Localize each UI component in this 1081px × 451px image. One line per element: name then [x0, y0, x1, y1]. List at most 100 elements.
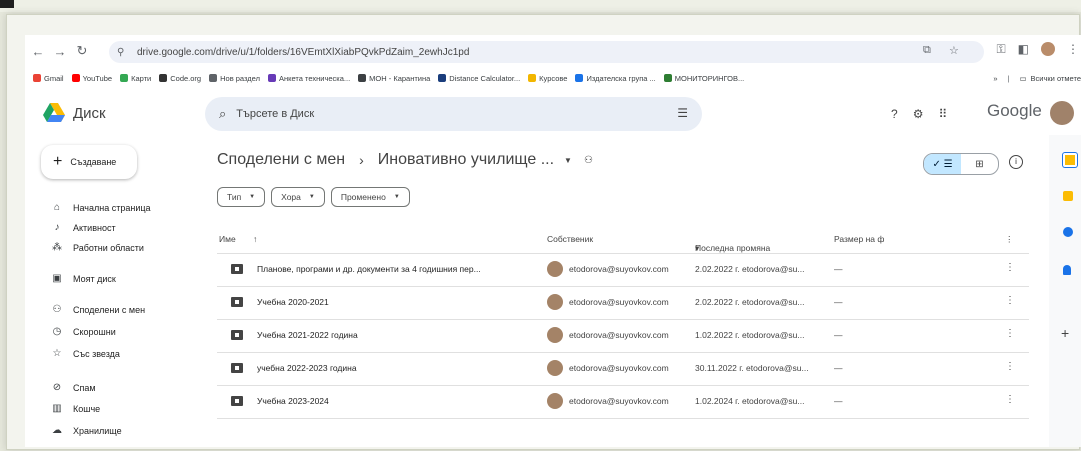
- drive-logo[interactable]: Диск: [43, 103, 106, 123]
- bookmark-item[interactable]: YouTube: [71, 74, 112, 83]
- sidebar-item-clock[interactable]: ◷ Скорошни: [51, 326, 116, 337]
- back-icon[interactable]: ←: [29, 42, 47, 60]
- search-options-icon[interactable]: ☰: [677, 106, 688, 120]
- table-row[interactable]: Учебна 2021-2022 година etodorova@suyovko…: [217, 319, 1029, 353]
- grid-view-icon[interactable]: ⊞: [961, 154, 998, 174]
- column-size[interactable]: Размер на ф: [834, 234, 884, 244]
- extensions-icon[interactable]: ⚿: [997, 42, 1006, 57]
- table-header: Име ↑ Собственик Последна промяна ▾ Разм…: [217, 225, 1029, 254]
- bookmark-item[interactable]: Анкета техническа...: [267, 74, 350, 83]
- sidebar-item-bell[interactable]: ♪ Активност: [51, 222, 116, 233]
- column-owner[interactable]: Собственик: [547, 234, 593, 244]
- account-avatar[interactable]: [1050, 101, 1074, 125]
- create-button[interactable]: + Създаване: [41, 145, 137, 179]
- top-strip: [0, 0, 1081, 12]
- bookmark-label: Нов раздел: [220, 73, 260, 83]
- table-row[interactable]: Учебна 2023-2024 etodorova@suyovkov.com 1.…: [217, 385, 1029, 419]
- info-icon[interactable]: i: [1009, 155, 1023, 169]
- more-options-icon[interactable]: ⋮: [1005, 262, 1015, 273]
- bookmark-item[interactable]: Gmail: [33, 74, 64, 83]
- bookmark-item[interactable]: Code.org: [159, 74, 201, 83]
- profile-avatar[interactable]: [1041, 42, 1055, 56]
- chevron-down-icon: ▼: [308, 194, 315, 200]
- bookmark-item[interactable]: Курсове: [528, 74, 567, 83]
- row-size: —: [834, 363, 843, 373]
- apps-icon[interactable]: ⠿: [938, 107, 947, 121]
- column-options-icon[interactable]: ⋮: [1005, 234, 1014, 245]
- bookmark-label: Издателска група ...: [586, 73, 656, 83]
- forward-icon[interactable]: →: [51, 42, 69, 60]
- filter-chip-label: Променено: [340, 192, 386, 202]
- bookmark-item[interactable]: Distance Calculator...: [438, 74, 520, 83]
- folder-icon: [231, 264, 243, 274]
- install-icon[interactable]: ⧉: [923, 44, 931, 57]
- sidebar-item-workspaces[interactable]: ⁂ Работни области: [51, 242, 144, 253]
- workspaces-icon: ⁂: [52, 242, 62, 253]
- sidebar-item-label: Начална страница: [73, 202, 151, 213]
- sidebar-item-trash[interactable]: ▥ Кошче: [51, 403, 100, 414]
- sidebar-item-cloud[interactable]: ☁ Хранилище: [51, 425, 122, 436]
- settings-icon[interactable]: ⚙: [913, 107, 924, 121]
- bookmark-item[interactable]: МОНИТОРИНГОВ...: [663, 74, 744, 83]
- calendar-icon[interactable]: [1063, 153, 1077, 167]
- bookmark-label: МОН - Карантина: [369, 73, 431, 83]
- table-row[interactable]: Планове, програми и др. документи за 4 г…: [217, 253, 1029, 287]
- bookmark-star-icon[interactable]: ☆: [949, 44, 959, 57]
- more-options-icon[interactable]: ⋮: [1005, 394, 1015, 405]
- chevron-down-icon[interactable]: ▼: [564, 156, 572, 165]
- address-bar[interactable]: ⚲ drive.google.com/drive/u/1/folders/16V…: [109, 41, 984, 63]
- bookmark-favicon-icon: [358, 74, 367, 82]
- sidebar-item-label: Скорошни: [73, 326, 116, 337]
- bookmark-item[interactable]: МОН - Карантина: [358, 74, 430, 83]
- sidepanel-icon[interactable]: ◧: [1018, 42, 1029, 57]
- sort-arrow-icon[interactable]: ↑: [253, 234, 257, 244]
- site-settings-icon[interactable]: ⚲: [117, 47, 131, 58]
- filter-chip[interactable]: Хора ▼: [271, 187, 325, 207]
- search-input[interactable]: ⌕ Търсете в Диск ☰: [205, 97, 702, 131]
- more-options-icon[interactable]: ⋮: [1005, 328, 1015, 339]
- breadcrumb-root[interactable]: Споделени с мен: [217, 151, 345, 169]
- breadcrumb-current[interactable]: Иновативно училище ...: [378, 151, 554, 169]
- row-name: Учебна 2023-2024: [257, 396, 329, 406]
- more-options-icon[interactable]: ⋮: [1005, 295, 1015, 306]
- filter-chip[interactable]: Тип ▼: [217, 187, 266, 207]
- list-view-icon[interactable]: ✓ ☰: [924, 154, 961, 174]
- google-account-label[interactable]: Google: [987, 101, 1042, 121]
- search-icon[interactable]: ⌕: [219, 106, 226, 122]
- sidebar-item-label: Кошче: [73, 403, 101, 414]
- sidebar-item-my-drive[interactable]: ▣ Моят диск: [51, 273, 116, 284]
- contacts-icon[interactable]: [1063, 265, 1071, 275]
- main-content: Споделени с мен › Иновативно училище ...…: [205, 135, 1045, 447]
- bookmark-item[interactable]: Издателска група ...: [575, 73, 656, 83]
- bookmark-favicon-icon: [120, 74, 129, 82]
- keep-icon[interactable]: [1063, 191, 1073, 201]
- sidebar-item-spam[interactable]: ⊘ Спам: [51, 382, 96, 393]
- owner-avatar: [547, 393, 563, 409]
- filter-chip[interactable]: Променено ▼: [330, 187, 410, 207]
- cloud-icon: ☁: [52, 425, 62, 436]
- bookmark-favicon-icon: [159, 74, 168, 82]
- bookmark-label: Code.org: [170, 73, 202, 83]
- bookmarks-divider: |: [1007, 73, 1010, 83]
- address-row: ← → ↻ ⚲ drive.google.com/drive/u/1/folde…: [25, 35, 1081, 67]
- other-bookmarks[interactable]: Всички отмете: [1031, 74, 1081, 83]
- sidebar-item-star[interactable]: ☆ Със звезда: [51, 348, 120, 359]
- add-addon-icon[interactable]: +: [1061, 325, 1069, 341]
- bookmark-item[interactable]: Карти: [120, 74, 151, 83]
- table-row[interactable]: Учебна 2020-2021 etodorova@suyovkov.com 2.…: [217, 286, 1029, 320]
- reload-icon[interactable]: ↻: [73, 42, 91, 60]
- help-icon[interactable]: ?: [891, 107, 898, 121]
- more-options-icon[interactable]: ⋮: [1005, 361, 1015, 372]
- bookmarks-more-button[interactable]: »: [993, 74, 997, 83]
- folder-icon: [231, 297, 243, 307]
- table-row[interactable]: учебна 2022-2023 година etodorova@suyovko…: [217, 352, 1029, 386]
- bookmark-item[interactable]: Нов раздел: [209, 74, 260, 83]
- sidebar-item-home[interactable]: ⌂ Начална страница: [51, 202, 151, 213]
- menu-icon[interactable]: ⋮: [1067, 42, 1079, 57]
- column-name[interactable]: Име: [219, 234, 236, 244]
- breadcrumb: Споделени с мен › Иновативно училище ...…: [217, 151, 593, 169]
- tasks-icon[interactable]: [1063, 227, 1073, 237]
- sidebar-item-shared[interactable]: ⚇ Споделени с мен: [51, 304, 146, 315]
- view-toggle[interactable]: ✓ ☰ ⊞: [923, 153, 999, 175]
- bookmarks-bar: Gmail YouTube Карти Code.org Нов раздел Анкет…: [25, 69, 1081, 87]
